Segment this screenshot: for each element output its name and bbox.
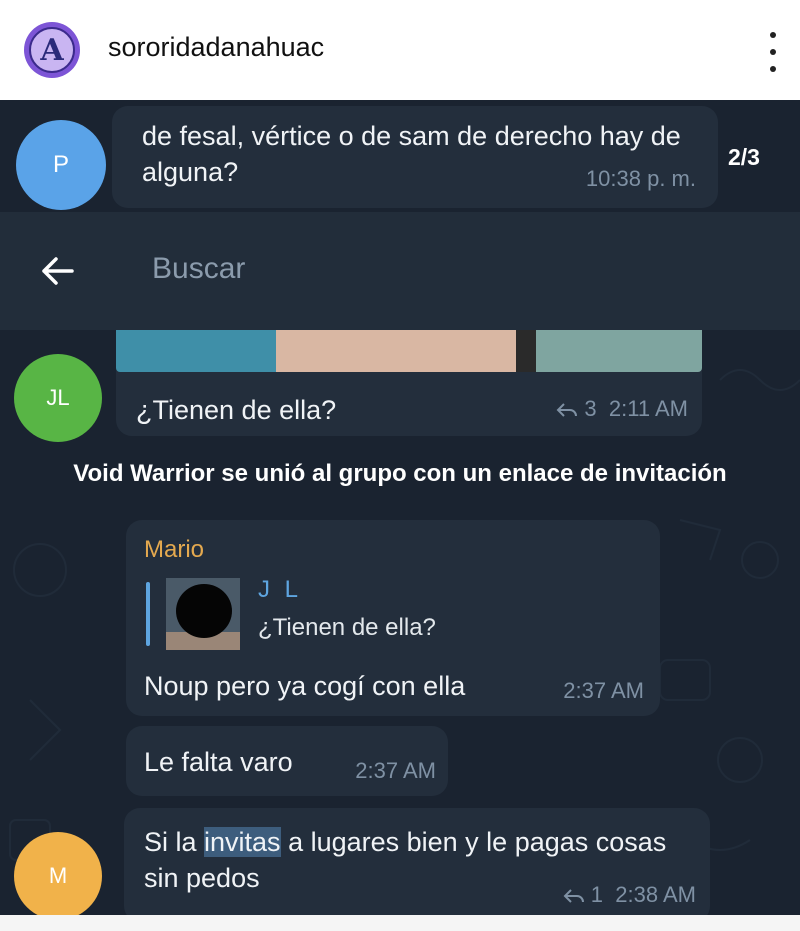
reply-arrow-icon <box>563 889 584 903</box>
message-time: 2:11 AM <box>608 396 688 421</box>
message-photo[interactable] <box>116 330 702 372</box>
avatar-p[interactable]: P <box>16 120 106 210</box>
chat-search-bar: Buscar <box>0 212 800 330</box>
reply-count: 1 <box>590 882 604 907</box>
message-text: Noup pero ya cogí con ella <box>144 671 466 701</box>
vertical-ellipsis-icon[interactable] <box>768 32 778 72</box>
search-input[interactable]: Buscar <box>152 252 245 286</box>
reply-thumbnail[interactable] <box>166 578 240 650</box>
service-message: Void Warrior se unió al grupo con un enl… <box>73 460 727 487</box>
page-bottom-strip <box>0 915 800 931</box>
profile-avatar[interactable]: A <box>24 22 80 78</box>
message-bubble[interactable]: Si la invitas a lugares bien y le pagas … <box>124 808 710 915</box>
sender-name[interactable]: Mario <box>144 536 204 564</box>
message-bubble[interactable]: Le falta varo 2:37 AM <box>126 726 448 796</box>
message-meta: 3 2:11 AM <box>556 396 688 422</box>
reply-arrow-icon <box>557 403 578 417</box>
instagram-post-header: A sororidadanahuac <box>0 0 800 100</box>
profile-avatar-logo: A <box>29 27 75 73</box>
quoted-sender[interactable]: J L <box>258 576 302 604</box>
message-time: 10:38 p. m. <box>585 166 696 191</box>
reply-count: 3 <box>584 396 597 421</box>
profile-username[interactable]: sororidadanahuac <box>108 32 324 63</box>
avatar-m[interactable]: M <box>14 832 102 915</box>
message-meta: 1 2:38 AM <box>563 882 696 908</box>
message-text-start: Si la <box>144 827 205 857</box>
message-time: 2:38 AM <box>615 882 696 907</box>
avatar-logo-letter: A <box>40 32 64 68</box>
message-text: Le falta varo <box>144 747 293 777</box>
message-time: 2:37 AM <box>563 678 644 703</box>
search-highlight: invitas <box>204 827 281 857</box>
message-time: 2:37 AM <box>355 758 436 783</box>
message-bubble[interactable]: de fesal, vértice o de sam de derecho ha… <box>112 106 718 208</box>
search-result-counter: 2/3 <box>728 144 760 170</box>
quoted-text[interactable]: ¿Tienen de ella? <box>258 614 436 642</box>
chat-screenshot: P de fesal, vértice o de sam de derecho … <box>0 100 800 915</box>
avatar-jl[interactable]: JL <box>14 354 102 442</box>
message-text: ¿Tienen de ella? <box>136 395 337 425</box>
arrow-left-icon[interactable] <box>40 256 74 286</box>
message-bubble[interactable]: Mario J L ¿Tienen de ella? Noup pero ya … <box>126 520 660 716</box>
reply-quote-bar <box>146 582 150 646</box>
message-bubble[interactable]: ¿Tienen de ella? 3 2:11 AM <box>116 330 702 436</box>
